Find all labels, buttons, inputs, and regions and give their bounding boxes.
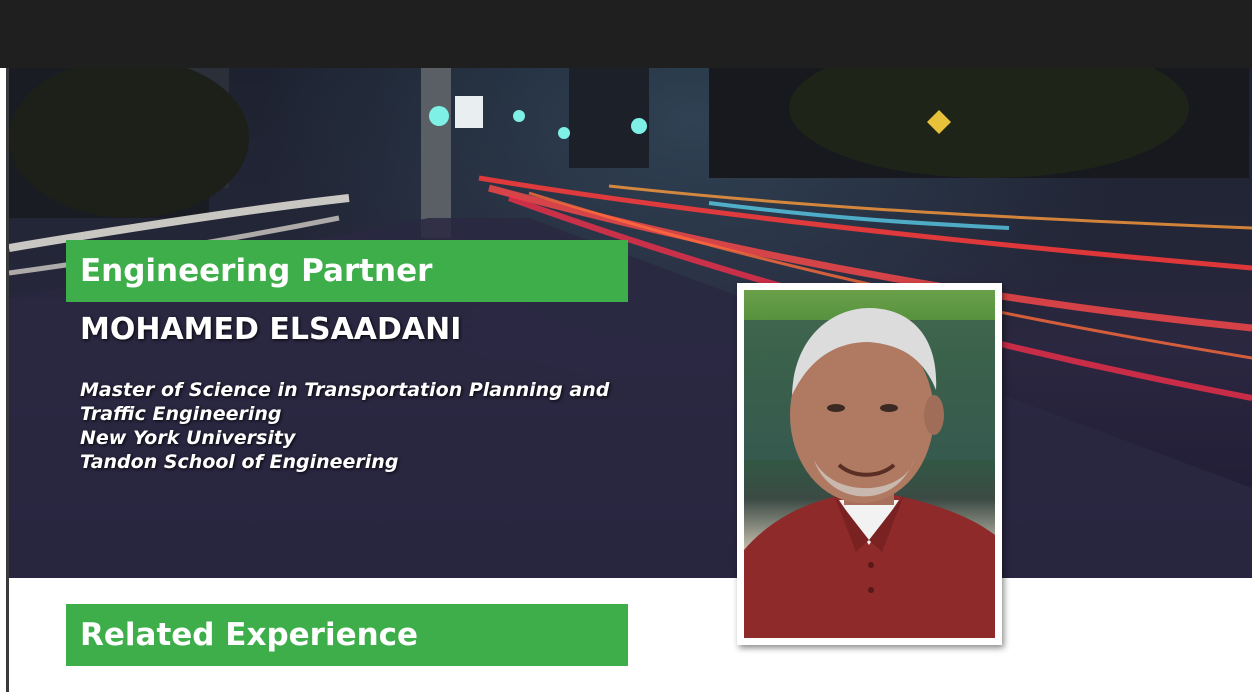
portrait-photo xyxy=(744,290,995,638)
credential-line: Traffic Engineering xyxy=(80,403,282,425)
top-bar xyxy=(0,0,1252,68)
related-experience-banner: Related Experience xyxy=(66,604,628,666)
title-banner: Engineering Partner xyxy=(66,240,628,302)
credential-line: Master of Science in Transportation Plan… xyxy=(80,379,610,401)
credential-line: New York University xyxy=(80,427,296,449)
section-heading: Related Experience xyxy=(80,617,419,653)
credentials-block: Master of Science in Transportation Plan… xyxy=(80,378,609,474)
person-name: MOHAMED ELSAADANI xyxy=(80,312,462,347)
page-title: Engineering Partner xyxy=(80,253,433,289)
portrait-frame xyxy=(737,283,1002,645)
credential-line: Tandon School of Engineering xyxy=(80,451,399,473)
